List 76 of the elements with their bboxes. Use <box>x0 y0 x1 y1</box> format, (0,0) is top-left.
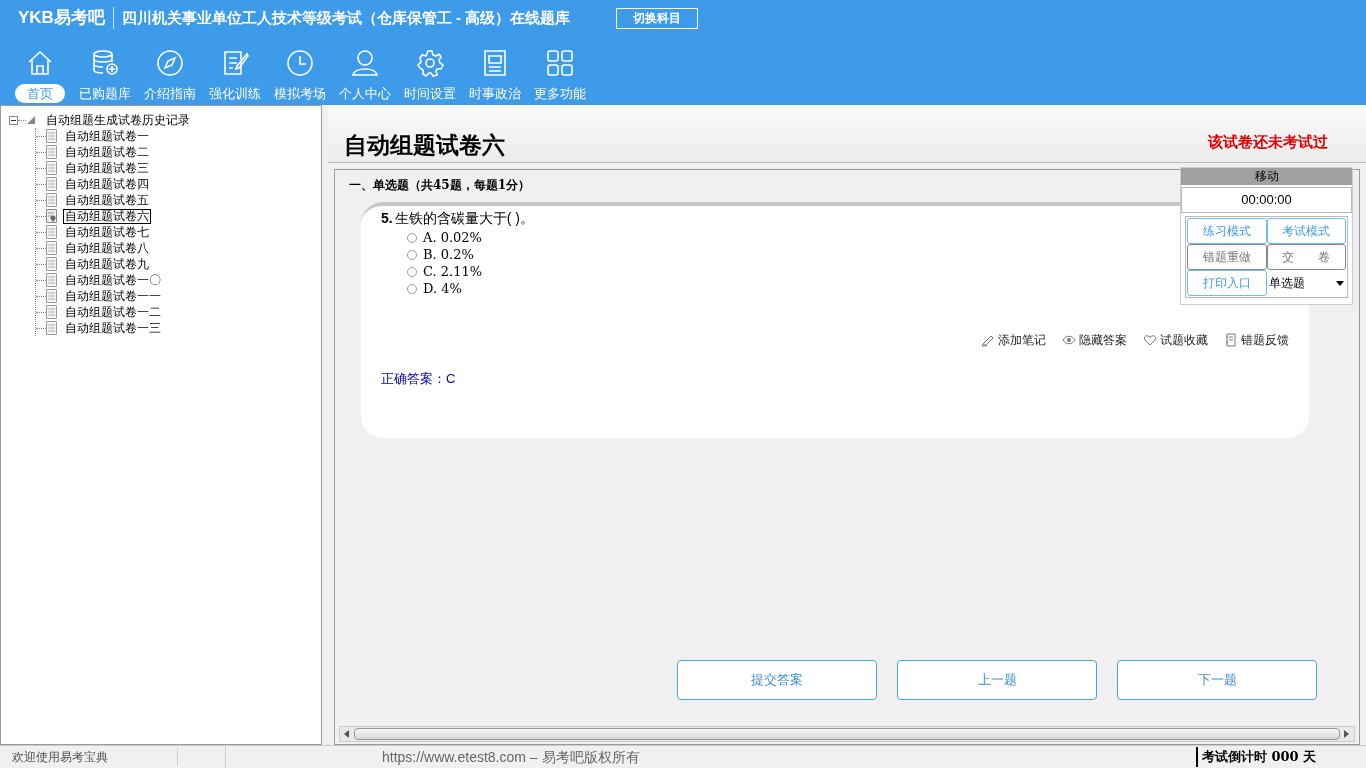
compass-icon <box>154 48 185 78</box>
panel-button[interactable]: 交 卷 <box>1266 244 1346 270</box>
question-action[interactable]: 添加笔记 <box>981 331 1046 349</box>
question-action[interactable]: 隐藏答案 <box>1062 331 1127 349</box>
triangle-icon <box>26 115 36 125</box>
section-heading: 一、单选题（共45题，每题1分） <box>348 177 532 194</box>
tree-item[interactable]: 自动组题试卷一 <box>63 127 151 145</box>
nav-label: 个人中心 <box>338 85 391 103</box>
question-text: 生铁的含碳量大于( )。 <box>394 209 534 228</box>
timer-display: 00:00:00 <box>1181 187 1352 213</box>
document-icon <box>46 257 57 271</box>
tree-item[interactable]: 自动组题试卷二 <box>63 143 151 161</box>
exam-status: 该试卷还未考试过 <box>1208 131 1328 152</box>
paper-title: 自动组题试卷六 <box>344 131 505 160</box>
app-title: 四川机关事业单位工人技术等级考试（仓库保管工 - 高级）在线题库 <box>121 7 571 28</box>
answer-option[interactable]: C. 2.11% <box>407 263 483 280</box>
tree-item[interactable]: 自动组题试卷一一 <box>63 287 163 305</box>
eye-icon <box>1062 333 1076 347</box>
copyright-text: https://www.etest8.com – 易考吧版权所有 <box>382 747 640 767</box>
nav-label: 时事政治 <box>468 85 521 103</box>
nav-label: 模拟考场 <box>273 85 326 103</box>
heart-icon <box>1143 333 1157 347</box>
exam-countdown: 考试倒计时 000 天 <box>1196 747 1366 767</box>
question-nav-button[interactable]: 提交答案 <box>677 660 877 700</box>
document-icon <box>46 305 57 319</box>
dropdown-caret-icon <box>1336 280 1344 286</box>
question-nav-button[interactable]: 上一题 <box>897 660 1097 700</box>
document-icon <box>46 289 57 303</box>
tree-item[interactable]: 自动组题试卷一三 <box>63 319 163 337</box>
expand-toggle-icon[interactable] <box>9 115 18 125</box>
tree-item[interactable]: 自动组题试卷五 <box>63 191 151 209</box>
tree-item[interactable]: 自动组题试卷一二 <box>63 303 163 321</box>
document-icon <box>46 177 57 191</box>
nav-label: 强化训练 <box>208 85 261 103</box>
tree-item[interactable]: 自动组题试卷九 <box>63 255 151 273</box>
question-action[interactable]: 试题收藏 <box>1143 331 1208 349</box>
horizontal-scrollbar[interactable] <box>339 726 1355 742</box>
tree-item[interactable]: 自动组题试卷六 <box>63 208 151 224</box>
answer-option[interactable]: B. 0.2% <box>407 246 474 263</box>
tree-item[interactable]: 自动组题试卷四 <box>63 175 151 193</box>
panel-header[interactable]: 移动 <box>1181 168 1352 185</box>
answer-option[interactable]: D. 4% <box>407 280 462 297</box>
nav-label: 更多功能 <box>533 85 586 103</box>
document-icon <box>46 145 57 159</box>
document-icon <box>46 273 57 287</box>
question-type-select[interactable]: 单选题 <box>1266 270 1346 296</box>
panel-button[interactable]: 错题重做 <box>1187 244 1267 270</box>
person-icon <box>349 48 380 78</box>
document-icon <box>46 321 57 335</box>
nav-label: 时间设置 <box>403 85 456 103</box>
tree-item[interactable]: 自动组题试卷一〇 <box>63 271 163 289</box>
app-logo: YKB易考吧 <box>18 7 105 30</box>
document-icon <box>46 241 57 255</box>
settings-icon <box>414 48 445 78</box>
nav-label: 介绍指南 <box>143 85 196 103</box>
clock-icon <box>284 48 315 78</box>
notebook-icon <box>1224 333 1238 347</box>
tree-root-item[interactable]: 自动组题生成试卷历史记录 <box>46 111 190 129</box>
tree-item[interactable]: 自动组题试卷八 <box>63 239 151 257</box>
document-icon <box>46 161 57 175</box>
document-icon <box>46 129 57 143</box>
question-number: 5. <box>381 209 393 228</box>
scrollbar-thumb[interactable] <box>354 728 1340 740</box>
nav-label: 已购题库 <box>78 85 131 103</box>
nav-label: 首页 <box>14 84 65 103</box>
welcome-text: 欢迎使用易考宝典 <box>0 748 178 766</box>
document-icon <box>46 193 57 207</box>
grid-icon <box>544 48 575 78</box>
tree-item[interactable]: 自动组题试卷三 <box>63 159 151 177</box>
answer-option[interactable]: A. 0.02% <box>407 229 482 246</box>
question-action[interactable]: 错题反馈 <box>1224 331 1289 349</box>
pencil-icon <box>981 333 995 347</box>
document-icon <box>46 225 57 239</box>
tree-item[interactable]: 自动组题试卷七 <box>63 223 151 241</box>
correct-answer: 正确答案：C <box>381 370 456 388</box>
question-nav-button[interactable]: 下一题 <box>1117 660 1317 700</box>
